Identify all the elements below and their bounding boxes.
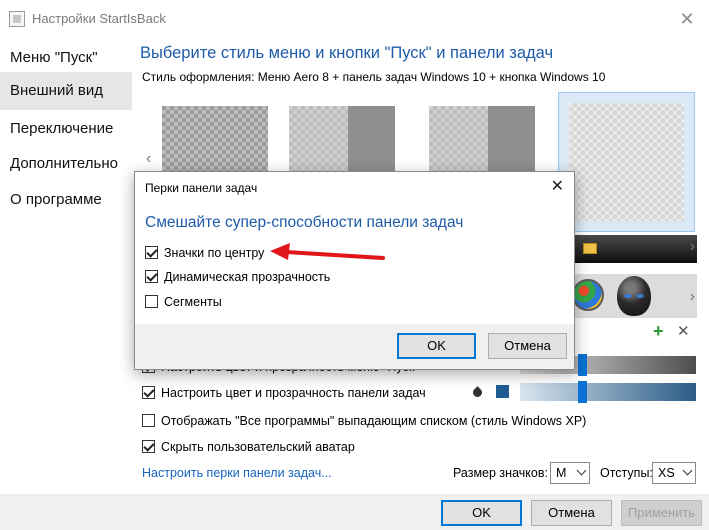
remove-icon[interactable]: ✕ [677, 322, 690, 340]
padding-select[interactable]: XS [652, 462, 696, 484]
style-description: Стиль оформления: Меню Aero 8 + панель з… [142, 70, 606, 84]
dialog-heading: Смешайте супер-способности панели задач [145, 214, 464, 231]
cancel-button[interactable]: Отмена [531, 500, 612, 526]
taskbar-opacity-slider[interactable] [520, 383, 696, 401]
dialog-option-center-icons[interactable]: Значки по центру [145, 244, 264, 262]
window-title: Настройки StartIsBack [32, 11, 166, 26]
center-icons-checkbox[interactable] [145, 246, 158, 259]
dialog-footer-bar: OK Отмена [135, 324, 574, 369]
windows-orb-icon[interactable] [572, 279, 604, 311]
taskbar-opacity-thumb[interactable] [578, 381, 587, 403]
segments-checkbox[interactable] [145, 295, 158, 308]
apply-button[interactable]: Применить [621, 500, 702, 526]
dialog-title: Перки панели задач [145, 181, 258, 195]
app-icon [9, 11, 25, 27]
option-all-programs[interactable]: Отображать "Все программы" выпадающим сп… [142, 412, 586, 430]
taskbar-perks-dialog: Перки панели задач ✕ Смешайте супер-спос… [134, 171, 575, 370]
dialog-ok-button[interactable]: OK [397, 333, 476, 359]
chevron-right-icon[interactable]: › [690, 238, 695, 256]
style-preview-selected[interactable] [558, 92, 695, 232]
dynamic-transparency-checkbox[interactable] [145, 270, 158, 283]
chevron-down-icon [682, 465, 693, 476]
all-programs-checkbox[interactable] [142, 414, 155, 427]
window-titlebar: Настройки StartIsBack ✕ [0, 0, 709, 36]
panel-heading: Выберите стиль меню и кнопки "Пуск" и па… [140, 44, 554, 62]
taskbar-perks-link[interactable]: Настроить перки панели задач... [142, 466, 332, 480]
ok-button[interactable]: OK [441, 500, 522, 526]
taskbar-color-swatch[interactable] [496, 385, 509, 398]
icon-size-select[interactable]: M [550, 462, 590, 484]
alien-orb-icon[interactable] [617, 276, 651, 316]
sidebar-item-about[interactable]: О программе [0, 181, 132, 219]
sidebar-item-switching[interactable]: Переключение [0, 110, 132, 148]
sidebar-item-appearance[interactable]: Внешний вид [0, 72, 132, 110]
chevron-down-icon [576, 465, 587, 476]
dialog-cancel-button[interactable]: Отмена [488, 333, 567, 359]
window-close-icon[interactable]: ✕ [673, 6, 701, 32]
dialog-option-segments[interactable]: Сегменты [145, 293, 222, 311]
transparency-drop-icon [472, 385, 483, 398]
dialog-close-icon[interactable]: ✕ [551, 176, 564, 196]
add-icon[interactable]: + [653, 321, 664, 342]
icon-size-label: Размер значков: [453, 466, 548, 480]
chevron-left-icon[interactable]: ‹ [146, 150, 151, 168]
sidebar-item-advanced[interactable]: Дополнительно [0, 145, 132, 183]
option-hide-avatar[interactable]: Скрыть пользовательский аватар [142, 438, 355, 456]
padding-label: Отступы: [600, 466, 653, 480]
dialog-option-dynamic-transparency[interactable]: Динамическая прозрачность [145, 268, 330, 286]
taskbar-color-checkbox[interactable] [142, 386, 155, 399]
start-menu-opacity-thumb[interactable] [578, 354, 587, 376]
annotation-arrow-icon [270, 243, 385, 260]
hide-avatar-checkbox[interactable] [142, 440, 155, 453]
chevron-right-icon[interactable]: › [690, 288, 695, 306]
option-taskbar-color[interactable]: Настроить цвет и прозрачность панели зад… [142, 384, 426, 402]
sidebar: Меню "Пуск" Внешний вид Переключение Доп… [0, 36, 132, 530]
folder-icon [583, 243, 597, 254]
dialog-footer: OK Отмена Применить [0, 494, 709, 530]
